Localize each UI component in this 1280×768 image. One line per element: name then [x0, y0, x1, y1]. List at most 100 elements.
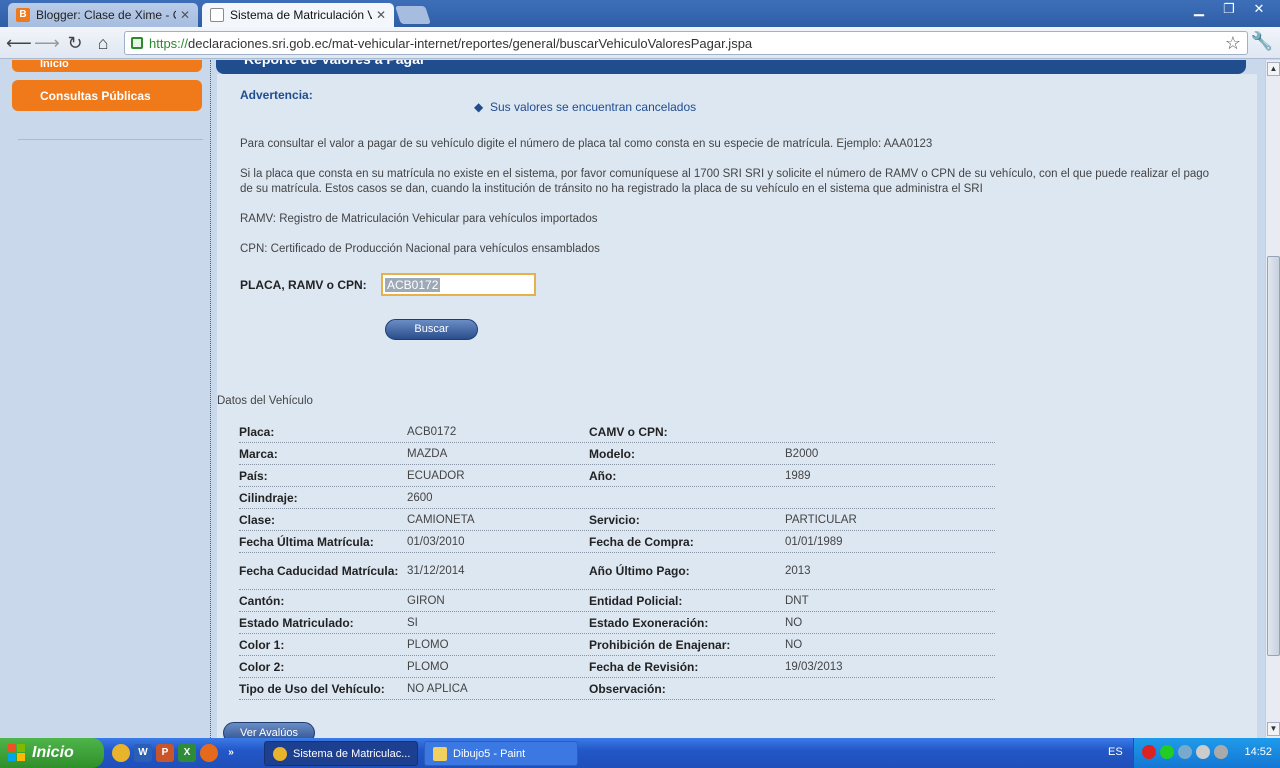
field-value: NO	[785, 638, 803, 651]
field-value: ACB0172	[407, 425, 457, 438]
sidebar: Inicio Consultas Públicas	[0, 60, 210, 738]
table-row: Color 2: PLOMO Fecha de Revisión: 19/03/…	[239, 656, 995, 678]
taskbar-item-paint[interactable]: Dibujo5 - Paint	[424, 741, 578, 766]
tab-title: Sistema de Matriculación Veh	[230, 8, 372, 22]
table-row: Estado Matriculado: SI Estado Exoneració…	[239, 612, 995, 634]
table-row: Placa: ACB0172 CAMV o CPN:	[239, 421, 995, 443]
forward-icon[interactable]: ⟶	[34, 32, 60, 54]
field-label: Observación:	[589, 681, 666, 696]
close-icon[interactable]: ✕	[180, 8, 190, 22]
tab-blogger[interactable]: B Blogger: Clase de Xime - Cre ✕	[8, 3, 198, 27]
clock: 14:52	[1244, 746, 1272, 758]
url-text: declaraciones.sri.gob.ec/mat-vehicular-i…	[188, 35, 753, 51]
safely-remove-icon[interactable]	[1214, 745, 1228, 759]
bullet-icon: ◆	[474, 100, 484, 114]
volume-icon[interactable]	[1196, 745, 1210, 759]
back-icon[interactable]: ⟵	[6, 32, 32, 54]
scroll-up-icon[interactable]: ▲	[1267, 62, 1280, 76]
sidebar-item-inicio[interactable]: Inicio	[12, 60, 202, 72]
table-row: Fecha Última Matrícula: 01/03/2010 Fecha…	[239, 531, 995, 553]
page-icon	[210, 8, 224, 22]
window-controls: ▁ ❐ ✕	[1184, 0, 1274, 18]
field-value: 2600	[407, 491, 433, 504]
browser-tab-strip: B Blogger: Clase de Xime - Cre ✕ Sistema…	[0, 0, 1280, 27]
language-indicator[interactable]: ES	[1108, 746, 1123, 758]
close-window-icon[interactable]: ✕	[1244, 0, 1274, 18]
field-value: PARTICULAR	[785, 513, 857, 526]
field-label: Marca:	[239, 446, 278, 461]
table-row: Fecha Caducidad Matrícula: 31/12/2014 Añ…	[239, 553, 995, 590]
home-icon[interactable]: ⌂	[92, 32, 114, 54]
field-label: Año Último Pago:	[589, 564, 690, 578]
ver-avaluos-button[interactable]: Ver Avalúos	[223, 722, 315, 738]
instruction-paragraph-4: CPN: Certificado de Producción Nacional …	[240, 243, 600, 255]
start-button[interactable]: Inicio	[0, 738, 104, 768]
restore-icon[interactable]: ❐	[1214, 0, 1244, 18]
minimize-icon[interactable]: ▁	[1184, 0, 1214, 18]
buscar-button[interactable]: Buscar	[385, 319, 478, 340]
task-label: Sistema de Matriculac...	[293, 747, 411, 760]
vehicle-data-table: Placa: ACB0172 CAMV o CPN: Marca: MAZDA …	[239, 421, 995, 700]
firefox-icon[interactable]	[200, 744, 218, 762]
advertencia-message: Sus valores se encuentran cancelados	[490, 100, 697, 114]
update-icon[interactable]	[1178, 745, 1192, 759]
field-label: Clase:	[239, 512, 276, 527]
field-label: Estado Matriculado:	[239, 615, 354, 630]
column-divider	[210, 60, 211, 738]
table-row: Tipo de Uso del Vehículo: NO APLICA Obse…	[239, 678, 995, 700]
field-label: Cilindraje:	[239, 490, 298, 505]
system-tray: 14:52	[1133, 738, 1280, 768]
address-bar[interactable]: https:// declaraciones.sri.gob.ec/mat-ve…	[124, 31, 1248, 55]
scrollbar-thumb[interactable]	[1267, 256, 1280, 656]
placa-label: PLACA, RAMV o CPN:	[240, 278, 367, 292]
main-content: Advertencia: ◆ Sus valores se encuentran…	[217, 74, 1257, 738]
start-label: Inicio	[32, 744, 74, 761]
placa-input-value: ACB0172	[385, 278, 441, 292]
sidebar-item-consultas-publicas[interactable]: Consultas Públicas	[12, 80, 202, 111]
field-label: Tipo de Uso del Vehículo:	[239, 681, 385, 696]
field-value: PLOMO	[407, 638, 449, 651]
field-value: GIRON	[407, 594, 445, 607]
field-value: 01/03/2010	[407, 535, 465, 548]
url-scheme: https://	[149, 35, 189, 51]
sidebar-divider	[18, 139, 203, 140]
more-icon[interactable]: »	[222, 744, 240, 762]
quick-launch: W P X »	[112, 744, 240, 762]
windows-taskbar: Inicio W P X » Sistema de Matriculac... …	[0, 738, 1280, 768]
field-label: Estado Exoneración:	[589, 615, 709, 630]
field-label: País:	[239, 468, 268, 483]
windows-flag-icon	[8, 744, 26, 762]
close-icon[interactable]: ✕	[376, 8, 386, 22]
tray-icons	[1142, 745, 1228, 759]
field-value: 01/01/1989	[785, 535, 843, 548]
field-value: NO APLICA	[407, 682, 468, 695]
field-value: 1989	[785, 469, 811, 482]
field-value: NO	[785, 616, 803, 629]
field-label: Fecha Última Matrícula:	[239, 534, 374, 549]
excel-icon[interactable]: X	[178, 744, 196, 762]
tab-title: Blogger: Clase de Xime - Cre	[36, 8, 176, 22]
tab-sistema-matriculacion[interactable]: Sistema de Matriculación Veh ✕	[202, 3, 394, 27]
new-tab-button[interactable]	[395, 6, 431, 24]
vertical-scrollbar[interactable]: ▲ ▼	[1265, 60, 1280, 738]
page-viewport: Inicio Consultas Públicas Advertencia: ◆…	[0, 60, 1265, 738]
lock-icon	[131, 37, 143, 49]
network-icon[interactable]	[1160, 745, 1174, 759]
chrome-icon[interactable]	[112, 744, 130, 762]
powerpoint-icon[interactable]: P	[156, 744, 174, 762]
reload-icon[interactable]: ↻	[64, 32, 86, 54]
field-value: SI	[407, 616, 418, 629]
scroll-down-icon[interactable]: ▼	[1267, 722, 1280, 736]
taskbar-item-chrome[interactable]: Sistema de Matriculac...	[264, 741, 418, 766]
table-row: Cantón: GIRON Entidad Policial: DNT	[239, 590, 995, 612]
table-row: Clase: CAMIONETA Servicio: PARTICULAR	[239, 509, 995, 531]
star-icon[interactable]: ☆	[1225, 33, 1241, 54]
antivirus-icon[interactable]	[1142, 745, 1156, 759]
field-label: Fecha de Compra:	[589, 534, 694, 549]
wrench-icon[interactable]: 🔧	[1250, 31, 1274, 52]
task-label: Dibujo5 - Paint	[453, 747, 526, 760]
field-label: Cantón:	[239, 593, 285, 608]
word-icon[interactable]: W	[134, 744, 152, 762]
field-value: CAMIONETA	[407, 513, 475, 526]
chrome-icon	[273, 746, 287, 761]
